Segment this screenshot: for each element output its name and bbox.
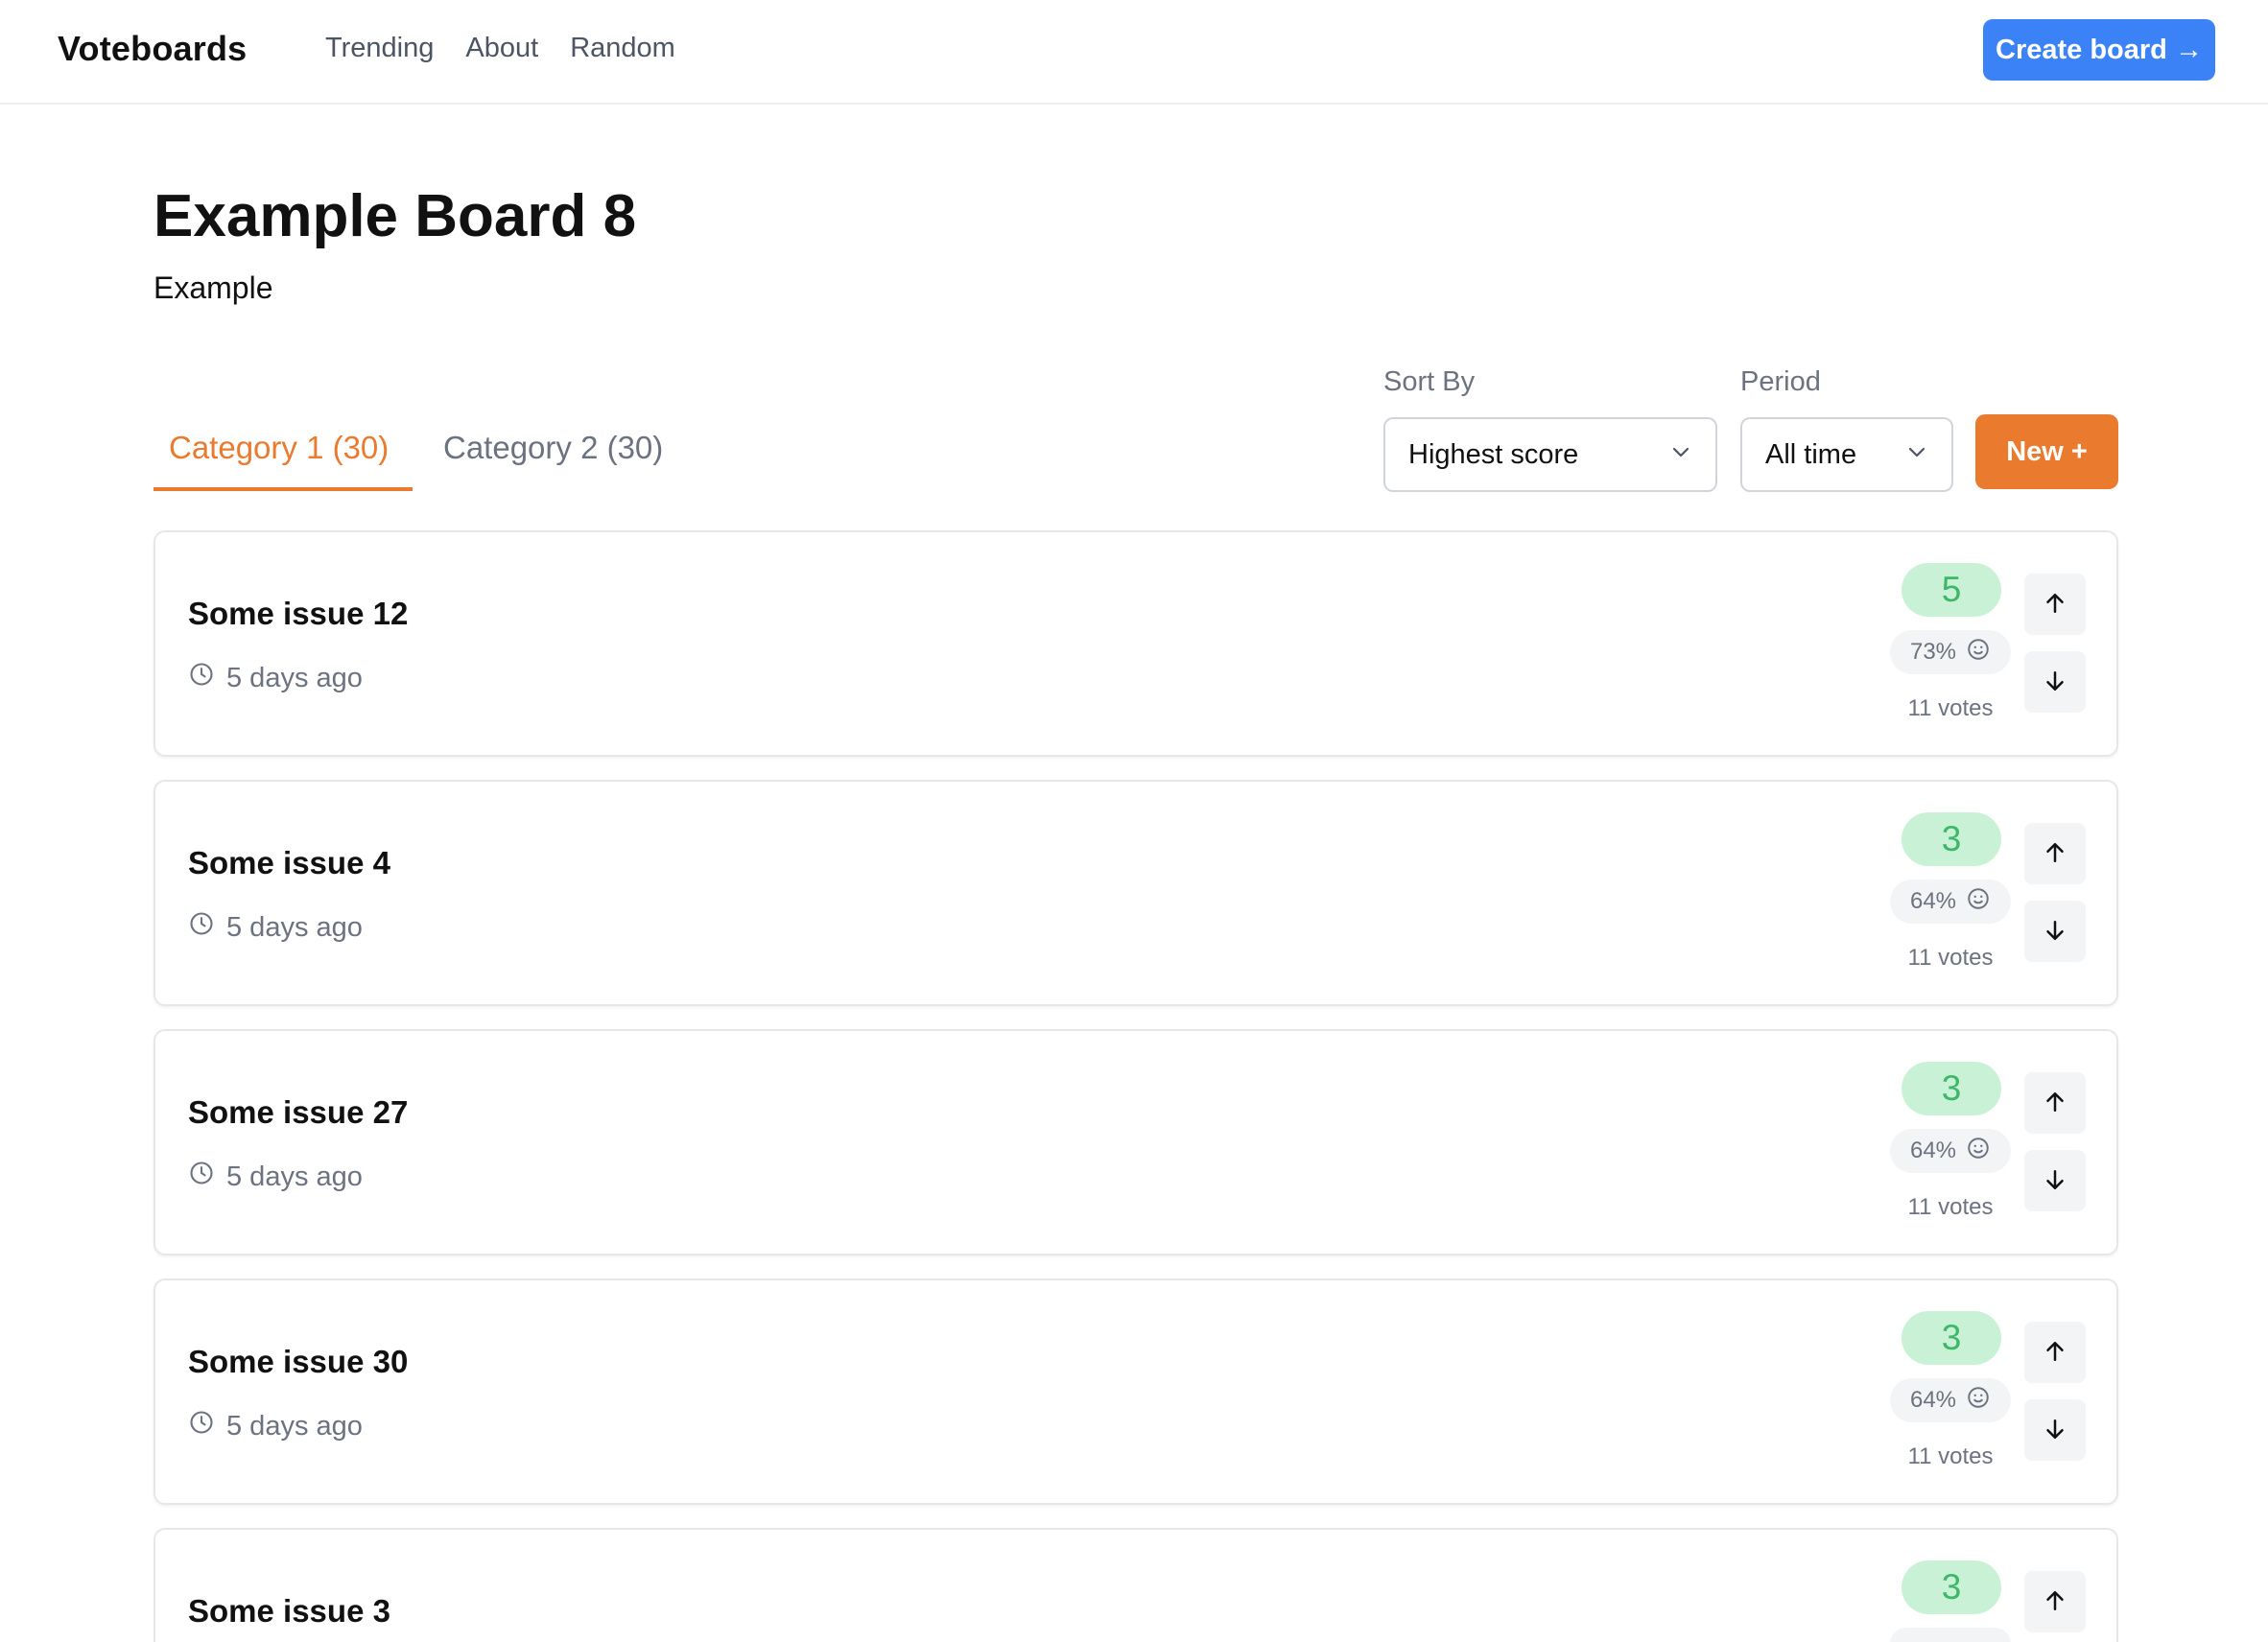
- smile-icon: [1966, 637, 1991, 669]
- downvote-button[interactable]: [2024, 901, 2086, 962]
- page: Voteboards Trending About Random Create …: [0, 0, 2268, 1642]
- issue-timestamp: 5 days ago: [188, 661, 363, 695]
- chevron-down-icon: [1905, 439, 1928, 471]
- issue-time-text: 5 days ago: [226, 1410, 363, 1442]
- nav-about[interactable]: About: [465, 33, 538, 64]
- upvote-button[interactable]: [2024, 823, 2086, 884]
- new-issue-button[interactable]: New +: [1975, 414, 2118, 489]
- issue-card[interactable]: Some issue 27 5 days ago 3 64% 11 votes: [154, 1029, 2118, 1255]
- smile-icon: [1966, 1136, 1991, 1167]
- create-board-label: Create board →: [1996, 34, 2203, 65]
- arrow-up-icon: [2041, 838, 2069, 870]
- upvote-button[interactable]: [2024, 1571, 2086, 1632]
- arrow-up-icon: [2041, 1337, 2069, 1369]
- tab-category-1[interactable]: Category 1 (30): [154, 430, 413, 491]
- sort-by-label: Sort By: [1383, 366, 1476, 397]
- issue-card[interactable]: Some issue 12 5 days ago 5 73% 11 votes: [154, 530, 2118, 757]
- clock-icon: [188, 1160, 215, 1194]
- nav-trending[interactable]: Trending: [325, 33, 434, 64]
- upvote-button[interactable]: [2024, 1322, 2086, 1383]
- issue-time-text: 5 days ago: [226, 662, 363, 693]
- issue-timestamp: 5 days ago: [188, 1160, 363, 1194]
- clock-icon: [188, 910, 215, 945]
- main-nav: Trending About Random: [325, 33, 675, 64]
- issue-title[interactable]: Some issue 4: [188, 845, 390, 881]
- period-value: All time: [1765, 438, 1857, 470]
- score-badge: 3: [1902, 1062, 2001, 1115]
- issue-timestamp: 5 days ago: [188, 910, 363, 945]
- approval-percent: 73%: [1909, 639, 1957, 665]
- issue-time-text: 5 days ago: [226, 1161, 363, 1192]
- approval-badge: 64%: [1890, 1378, 2011, 1422]
- top-nav: Voteboards Trending About Random Create …: [0, 0, 2268, 105]
- tab-category-2[interactable]: Category 2 (30): [428, 430, 678, 491]
- arrow-up-icon: [2041, 589, 2069, 621]
- upvote-button[interactable]: [2024, 1072, 2086, 1134]
- issue-title[interactable]: Some issue 30: [188, 1344, 408, 1380]
- approval-percent: 64%: [1909, 1387, 1957, 1413]
- issue-time-text: 5 days ago: [226, 911, 363, 943]
- score-badge: 3: [1902, 1311, 2001, 1365]
- chevron-down-icon: [1669, 439, 1692, 471]
- arrow-down-icon: [2041, 916, 2069, 948]
- vote-count: 11 votes: [1907, 1194, 1994, 1220]
- issue-card[interactable]: Some issue 30 5 days ago 3 64% 11 votes: [154, 1278, 2118, 1505]
- downvote-button[interactable]: [2024, 1150, 2086, 1211]
- approval-percent: 64%: [1909, 1138, 1957, 1163]
- vote-count: 11 votes: [1907, 945, 1994, 971]
- issue-title[interactable]: Some issue 3: [188, 1593, 390, 1630]
- score-badge: 5: [1902, 563, 2001, 617]
- page-title: Example Board 8: [154, 183, 637, 249]
- approval-badge: 64%: [1890, 1129, 2011, 1173]
- downvote-button[interactable]: [2024, 651, 2086, 713]
- vote-count: 11 votes: [1907, 1443, 1994, 1469]
- arrow-down-icon: [2041, 1165, 2069, 1197]
- brand-logo[interactable]: Voteboards: [58, 29, 247, 69]
- score-badge: 3: [1902, 812, 2001, 866]
- arrow-up-icon: [2041, 1586, 2069, 1618]
- create-board-button[interactable]: Create board →: [1983, 19, 2215, 81]
- downvote-button[interactable]: [2024, 1399, 2086, 1461]
- approval-badge: 73%: [1890, 630, 2011, 674]
- issue-timestamp: 5 days ago: [188, 1409, 363, 1443]
- period-select[interactable]: All time: [1740, 417, 1953, 492]
- issue-card[interactable]: Some issue 3 3: [154, 1528, 2118, 1642]
- smile-icon: [1966, 1385, 1991, 1417]
- arrow-up-icon: [2041, 1088, 2069, 1119]
- approval-badge: [1890, 1628, 2011, 1642]
- upvote-button[interactable]: [2024, 574, 2086, 635]
- vote-count: 11 votes: [1907, 695, 1994, 721]
- new-issue-label: New +: [2006, 435, 2088, 467]
- board-description: Example: [154, 270, 273, 305]
- issue-card[interactable]: Some issue 4 5 days ago 3 64% 11 votes: [154, 780, 2118, 1006]
- approval-percent: 64%: [1909, 888, 1957, 914]
- clock-icon: [188, 1409, 215, 1443]
- approval-badge: 64%: [1890, 880, 2011, 924]
- sort-by-value: Highest score: [1408, 438, 1579, 470]
- arrow-down-icon: [2041, 1415, 2069, 1446]
- nav-random[interactable]: Random: [570, 33, 675, 64]
- score-badge: 3: [1902, 1560, 2001, 1614]
- issue-title[interactable]: Some issue 12: [188, 596, 408, 632]
- clock-icon: [188, 661, 215, 695]
- sort-by-select[interactable]: Highest score: [1383, 417, 1717, 492]
- period-label: Period: [1740, 366, 1821, 397]
- arrow-down-icon: [2041, 667, 2069, 698]
- issue-title[interactable]: Some issue 27: [188, 1094, 408, 1131]
- smile-icon: [1966, 886, 1991, 918]
